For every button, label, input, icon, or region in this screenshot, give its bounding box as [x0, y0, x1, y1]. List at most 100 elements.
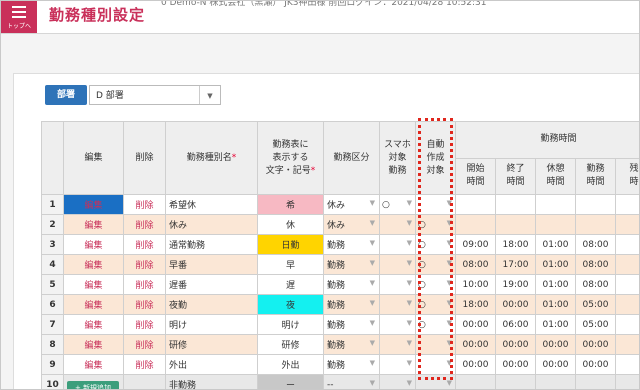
row-number: 10	[41, 374, 64, 389]
auto-create-select[interactable]: ○ ▼	[415, 314, 456, 335]
auto-create-select[interactable]: ○ ▼	[415, 254, 456, 275]
work-time	[575, 214, 616, 235]
phone-target-select[interactable]: ○ ▼	[379, 194, 416, 215]
shift-type-table: 編集 削除 勤務種別名* 勤務表に 表示する 文字・記号* 勤務区分 スマホ 対象勤…	[41, 121, 639, 389]
work-time	[575, 194, 616, 215]
edit-link[interactable]: 編集	[63, 354, 124, 375]
work-time: 08:00	[575, 274, 616, 295]
chevron-down-icon: ▼	[406, 299, 412, 307]
delete-link[interactable]	[123, 374, 166, 389]
chevron-down-icon: ▼	[446, 299, 452, 307]
start-time: 00:00	[455, 314, 496, 335]
phone-target-select[interactable]: ▼	[379, 234, 416, 255]
phone-target-select[interactable]: ▼	[379, 294, 416, 315]
edit-link[interactable]: 編集	[63, 334, 124, 355]
chevron-down-icon: ▼	[406, 219, 412, 227]
category-select[interactable]: 勤務 ▼	[323, 314, 380, 335]
chevron-down-icon[interactable]: ▼	[199, 86, 220, 104]
overtime	[614, 194, 639, 215]
category-select[interactable]: 勤務 ▼	[323, 234, 380, 255]
auto-create-select[interactable]: ○ ▼	[415, 274, 456, 295]
overtime	[614, 254, 639, 275]
add-new-button[interactable]: + 新規追加	[67, 381, 119, 389]
edit-link[interactable]: 編集	[63, 254, 124, 275]
chevron-down-icon: ▼	[406, 199, 412, 207]
auto-create-select[interactable]: ▼	[415, 334, 456, 355]
chevron-down-icon: ▼	[446, 239, 452, 247]
delete-link[interactable]: 削除	[123, 254, 166, 275]
end-time: 00:00	[495, 354, 536, 375]
edit-link[interactable]: 編集	[63, 294, 124, 315]
shift-name: 休み	[165, 214, 258, 235]
overtime	[614, 294, 639, 315]
chevron-down-icon: ▼	[446, 279, 452, 287]
chevron-down-icon: ▼	[369, 319, 375, 327]
overtime	[614, 334, 639, 355]
delete-link[interactable]: 削除	[123, 334, 166, 355]
category-select[interactable]: 勤務 ▼	[323, 274, 380, 295]
display-symbol: 日勤	[257, 234, 324, 255]
edit-link[interactable]: 編集	[63, 214, 124, 235]
chevron-down-icon: ▼	[406, 259, 412, 267]
header-name: 勤務種別名*	[165, 121, 258, 195]
header-edit: 編集	[63, 121, 124, 195]
phone-target-select[interactable]: ▼	[379, 374, 416, 389]
start-time	[455, 194, 496, 215]
start-time: 08:00	[455, 254, 496, 275]
auto-create-select[interactable]: ○ ▼	[415, 214, 456, 235]
auto-create-select[interactable]: ▼	[415, 194, 456, 215]
delete-link[interactable]: 削除	[123, 214, 166, 235]
work-time: 05:00	[575, 314, 616, 335]
chevron-down-icon: ▼	[406, 339, 412, 347]
delete-link[interactable]: 削除	[123, 234, 166, 255]
dept-label-button[interactable]: 部署	[45, 85, 87, 105]
category-select[interactable]: 勤務 ▼	[323, 254, 380, 275]
phone-target-select[interactable]: ▼	[379, 254, 416, 275]
delete-link[interactable]: 削除	[123, 274, 166, 295]
table-row: 10 非勤務ー -- ▼ ▼ ▼	[41, 374, 639, 389]
start-time	[455, 214, 496, 235]
category-select[interactable]: 勤務 ▼	[323, 354, 380, 375]
break-time: 00:00	[535, 354, 576, 375]
delete-link[interactable]: 削除	[123, 314, 166, 335]
category-select[interactable]: 勤務 ▼	[323, 334, 380, 355]
dept-select[interactable]: D 部署 ▼	[89, 85, 221, 105]
break-time: 01:00	[535, 274, 576, 295]
top-menu-button[interactable]: トップへ	[1, 1, 37, 33]
auto-create-select[interactable]: ○ ▼	[415, 294, 456, 315]
header-bar: トップへ 勤務種別設定 0 Demo-N 株式会社（黒瀬） JK3神田様 前回ロ…	[1, 1, 639, 34]
overtime	[614, 234, 639, 255]
delete-link[interactable]: 削除	[123, 294, 166, 315]
phone-target-select[interactable]: ▼	[379, 274, 416, 295]
login-info: 0 Demo-N 株式会社（黒瀬） JK3神田様 前回ログイン：2021/04/…	[161, 0, 487, 8]
auto-create-select[interactable]: ▼	[415, 374, 456, 389]
row-number: 9	[41, 354, 64, 375]
table-row: 9 編集 削除 外出 外出 勤務 ▼ ▼ ▼ 00:00 00:00 00:00 00:00	[41, 354, 639, 375]
phone-target-select[interactable]: ▼	[379, 214, 416, 235]
chevron-down-icon: ▼	[446, 359, 452, 367]
chevron-down-icon: ▼	[446, 219, 452, 227]
edit-link[interactable]: 編集	[63, 314, 124, 335]
break-time: 01:00	[535, 254, 576, 275]
chevron-down-icon: ▼	[446, 199, 452, 207]
phone-target-select[interactable]: ▼	[379, 314, 416, 335]
auto-create-select[interactable]: ○ ▼	[415, 234, 456, 255]
phone-target-select[interactable]: ▼	[379, 354, 416, 375]
break-time: 00:00	[535, 334, 576, 355]
edit-link[interactable]: 編集	[63, 194, 124, 215]
phone-target-select[interactable]: ▼	[379, 334, 416, 355]
delete-link[interactable]: 削除	[123, 354, 166, 375]
edit-link[interactable]: 編集	[63, 274, 124, 295]
shift-name: 外出	[165, 354, 258, 375]
shift-name: 非勤務	[165, 374, 258, 389]
category-select[interactable]: -- ▼	[323, 374, 380, 389]
chevron-down-icon: ▼	[369, 219, 375, 227]
edit-link[interactable]: 編集	[63, 234, 124, 255]
category-select[interactable]: 休み ▼	[323, 194, 380, 215]
delete-link[interactable]: 削除	[123, 194, 166, 215]
start-time: 10:00	[455, 274, 496, 295]
work-time: 00:00	[575, 354, 616, 375]
auto-create-select[interactable]: ▼	[415, 354, 456, 375]
category-select[interactable]: 勤務 ▼	[323, 294, 380, 315]
category-select[interactable]: 休み ▼	[323, 214, 380, 235]
